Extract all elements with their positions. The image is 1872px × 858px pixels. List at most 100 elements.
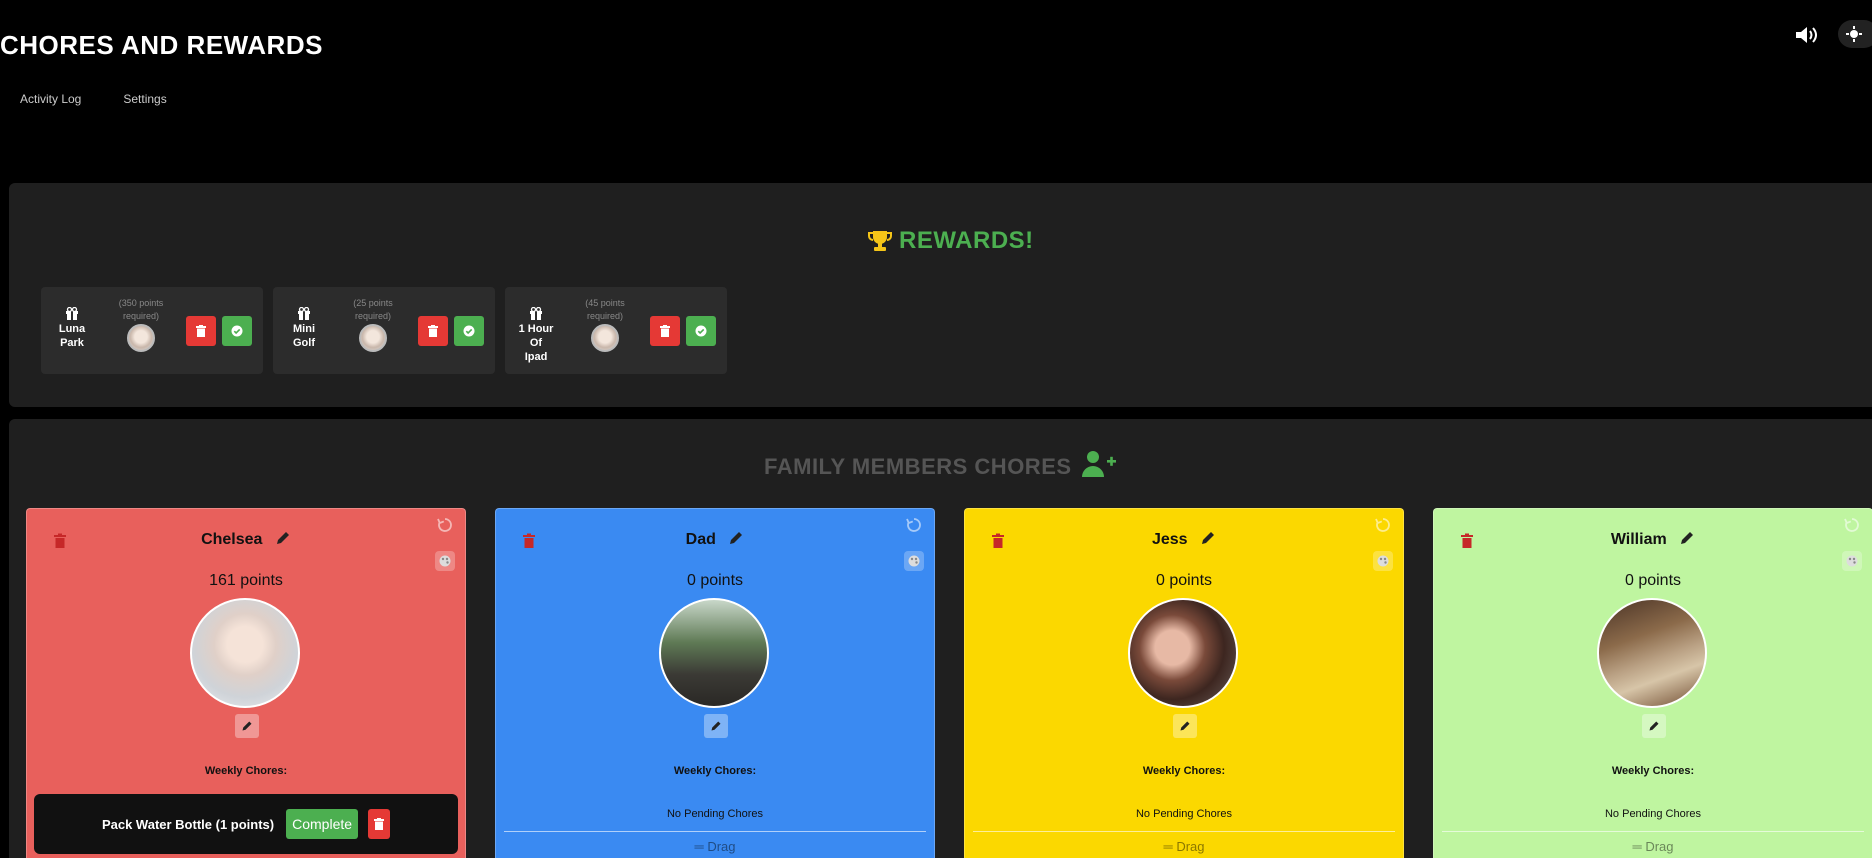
palette-button[interactable] — [904, 551, 924, 571]
edit-name-icon[interactable] — [1679, 530, 1695, 546]
pencil-icon — [242, 721, 252, 731]
palette-icon — [439, 555, 451, 567]
reward-points: (45 points required) — [575, 297, 635, 323]
gift-icon — [298, 307, 310, 320]
trophy-icon — [868, 231, 892, 251]
member-card-jess: Jess 0 points Weekly Chores: No Pending … — [964, 508, 1404, 858]
nav-settings[interactable]: Settings — [123, 92, 166, 106]
edit-name-icon[interactable] — [1200, 530, 1216, 546]
divider — [973, 831, 1395, 832]
delete-chore-button[interactable] — [368, 809, 391, 839]
reward-name: 1 Hour Of Ipad — [513, 307, 559, 364]
volume-icon[interactable] — [1794, 24, 1820, 46]
palette-button[interactable] — [435, 551, 455, 571]
avatar — [659, 598, 769, 708]
reset-icon[interactable] — [437, 517, 453, 533]
weekly-chores-label: Weekly Chores: — [204, 765, 288, 777]
edit-name-icon[interactable] — [275, 530, 291, 546]
chore-label: Pack Water Bottle (1 points) — [101, 816, 275, 832]
member-points: 0 points — [1624, 572, 1682, 589]
edit-avatar-button[interactable] — [1642, 714, 1666, 738]
redeem-reward-button[interactable] — [222, 316, 252, 346]
delete-reward-button[interactable] — [418, 316, 448, 346]
reward-name: Mini Golf — [281, 307, 327, 350]
avatar — [1597, 598, 1707, 708]
palette-button[interactable] — [1842, 551, 1862, 571]
member-name: Jess — [965, 530, 1403, 549]
trash-icon — [428, 325, 438, 337]
divider — [1442, 831, 1864, 832]
avatar — [359, 324, 387, 352]
user-plus-icon — [1082, 451, 1116, 477]
member-name: William — [1434, 530, 1872, 549]
member-name-text: Chelsea — [201, 531, 263, 548]
pencil-icon — [711, 721, 721, 731]
reward-points: (25 points required) — [343, 297, 403, 323]
member-name: Chelsea — [27, 530, 465, 549]
palette-button[interactable] — [1373, 551, 1393, 571]
edit-avatar-button[interactable] — [704, 714, 728, 738]
check-circle-icon — [463, 325, 475, 337]
theme-toggle[interactable] — [1838, 20, 1872, 48]
divider — [504, 831, 926, 832]
reward-name-line: Golf — [293, 337, 315, 349]
edit-avatar-button[interactable] — [1173, 714, 1197, 738]
reward-points-line: required) — [586, 311, 624, 321]
complete-chore-button[interactable]: Complete — [286, 809, 359, 839]
weekly-chores-label: Weekly Chores: — [1142, 765, 1226, 777]
drag-handle[interactable]: ═ Drag — [496, 839, 934, 854]
reward-points-line: (45 points — [585, 298, 625, 308]
avatar — [1128, 598, 1238, 708]
reward-points: (350 points required) — [111, 297, 171, 323]
drag-handle[interactable]: ═ Drag — [1434, 839, 1872, 854]
reward-card: 1 Hour Of Ipad (45 points required) — [505, 287, 727, 374]
edit-name-icon[interactable] — [728, 530, 744, 546]
palette-icon — [1846, 555, 1858, 567]
reward-name-line: Park — [60, 337, 84, 349]
avatar — [127, 324, 155, 352]
drag-label: Drag — [1645, 839, 1674, 854]
nav-activity-log[interactable]: Activity Log — [20, 92, 81, 106]
redeem-reward-button[interactable] — [686, 316, 716, 346]
member-card-chelsea: Chelsea 161 points Weekly Chores: Pack W… — [26, 508, 466, 858]
reward-name-line: Ipad — [524, 351, 548, 363]
member-name-text: William — [1610, 531, 1667, 548]
family-heading: FAMILY MEMBERS CHORES — [764, 454, 1072, 479]
pencil-icon — [1180, 721, 1190, 731]
chore-item: Pack Water Bottle (1 points) Complete — [34, 794, 458, 854]
sun-gear-icon — [1846, 26, 1862, 42]
reward-points-line: (350 points — [118, 298, 164, 308]
redeem-reward-button[interactable] — [454, 316, 484, 346]
member-card-william: William 0 points Weekly Chores: No Pendi… — [1433, 508, 1872, 858]
gift-icon — [530, 307, 542, 320]
reset-icon[interactable] — [906, 517, 922, 533]
reset-icon[interactable] — [1844, 517, 1860, 533]
avatar — [591, 324, 619, 352]
avatar — [190, 598, 300, 708]
no-pending-chores: No Pending Chores — [666, 808, 763, 820]
pencil-icon — [1649, 721, 1659, 731]
drag-label: Drag — [707, 839, 736, 854]
add-member-button[interactable] — [1081, 449, 1117, 479]
member-name-text: Dad — [685, 531, 716, 548]
delete-reward-button[interactable] — [186, 316, 216, 346]
trash-icon — [660, 325, 670, 337]
reward-points-line: required) — [354, 311, 392, 321]
member-points: 0 points — [686, 572, 744, 589]
drag-handle[interactable]: ═ Drag — [965, 839, 1403, 854]
rewards-heading-text: REWARDS! — [899, 227, 1034, 254]
reset-icon[interactable] — [1375, 517, 1391, 533]
reward-card: Luna Park (350 points required) — [41, 287, 263, 374]
delete-reward-button[interactable] — [650, 316, 680, 346]
member-points: 161 points — [209, 572, 283, 589]
trash-icon — [196, 325, 206, 337]
reward-name-line: Luna — [58, 323, 86, 335]
gift-icon — [66, 307, 78, 320]
palette-icon — [1377, 555, 1389, 567]
weekly-chores-label: Weekly Chores: — [673, 765, 757, 777]
edit-avatar-button[interactable] — [235, 714, 259, 738]
trash-icon — [374, 818, 385, 830]
reward-points-line: required) — [122, 311, 160, 321]
no-pending-chores: No Pending Chores — [1135, 808, 1232, 820]
member-name-text: Jess — [1151, 531, 1188, 548]
